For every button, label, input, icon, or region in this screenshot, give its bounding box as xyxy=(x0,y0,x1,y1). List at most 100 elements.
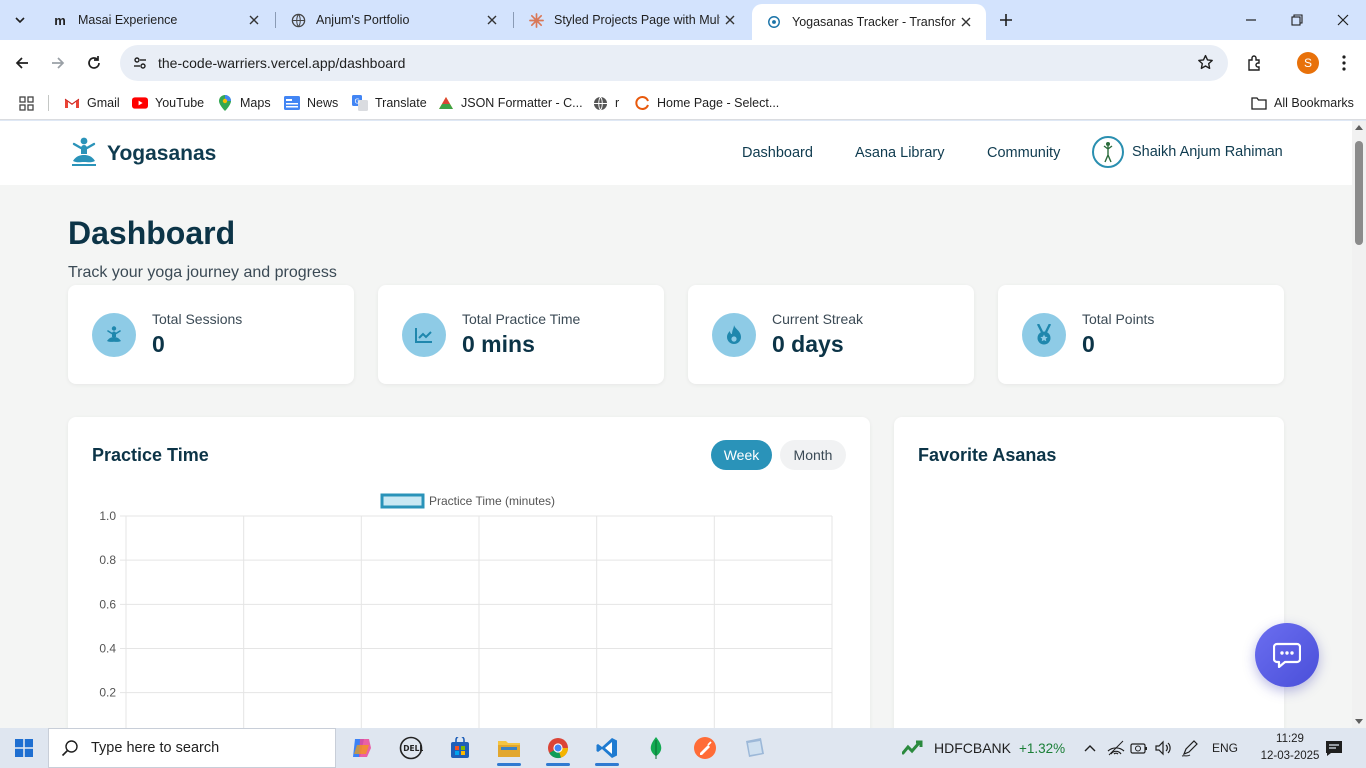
stat-label: Total Sessions xyxy=(152,311,243,327)
stock-trend-icon xyxy=(902,740,923,755)
bookmark-label: Home Page - Select... xyxy=(657,96,780,110)
site-settings-icon[interactable] xyxy=(122,55,158,71)
chat-button[interactable] xyxy=(1255,623,1319,687)
stock-widget[interactable]: HDFCBANK +1.32% xyxy=(902,728,1065,768)
taskbar-mongodb[interactable] xyxy=(636,730,676,766)
close-icon[interactable] xyxy=(482,10,502,30)
stat-label: Total Points xyxy=(1082,311,1155,327)
nav-link-dashboard[interactable]: Dashboard xyxy=(742,145,813,161)
tab-styled-projects[interactable]: Styled Projects Page with Multi xyxy=(514,0,750,40)
svg-text:DELL: DELL xyxy=(403,744,423,753)
tab-strip: m Masai Experience Anjum's Portfolio Sty… xyxy=(0,0,1366,40)
bookmark-news[interactable]: News xyxy=(284,93,338,113)
taskbar-notes[interactable] xyxy=(734,730,774,766)
maps-icon xyxy=(217,95,233,111)
close-icon[interactable] xyxy=(720,10,740,30)
clock-date: 12-03-2025 xyxy=(1260,750,1320,762)
close-icon[interactable] xyxy=(956,12,976,32)
reload-button[interactable] xyxy=(80,49,108,77)
taskbar-vscode[interactable] xyxy=(587,730,627,766)
brand-logo[interactable]: Yogasanas xyxy=(70,137,216,170)
restore-button[interactable] xyxy=(1274,0,1320,40)
taskbar-copilot[interactable] xyxy=(342,730,382,766)
bookmark-json-formatter[interactable]: JSON Formatter - C... xyxy=(438,93,583,113)
notification-center[interactable] xyxy=(1325,728,1343,768)
minimize-button[interactable] xyxy=(1228,0,1274,40)
bookmark-gmail[interactable]: Gmail xyxy=(64,93,120,113)
stat-value: 0 days xyxy=(772,331,844,357)
stat-label: Total Practice Time xyxy=(462,311,581,327)
taskbar-store[interactable] xyxy=(440,730,480,766)
bookmark-star-icon[interactable] xyxy=(1197,54,1214,74)
bookmarks-bar: Gmail YouTube Maps News G Translate JSON… xyxy=(0,86,1366,120)
folder-icon xyxy=(1251,95,1267,111)
taskbar-postman[interactable] xyxy=(685,730,725,766)
taskbar-search[interactable]: Type here to search xyxy=(48,728,336,768)
scroll-down-arrow[interactable] xyxy=(1355,719,1363,724)
taskbar-dell[interactable]: DELL xyxy=(391,730,431,766)
restore-icon xyxy=(1291,14,1303,26)
yoga-target-icon xyxy=(766,14,782,30)
close-window-button[interactable] xyxy=(1320,0,1366,40)
extensions-button[interactable] xyxy=(1241,49,1269,77)
apps-button[interactable] xyxy=(18,93,41,113)
tab-yogasanas[interactable]: Yogasanas Tracker - Transform Y xyxy=(752,4,986,40)
nav-link-asana-library[interactable]: Asana Library xyxy=(855,145,944,161)
globe-icon xyxy=(290,12,306,28)
stat-value: 0 xyxy=(1082,331,1095,357)
bookmark-home-page[interactable]: Home Page - Select... xyxy=(634,93,779,113)
back-button[interactable] xyxy=(8,49,36,77)
yoga-pose-icon xyxy=(70,137,98,170)
scroll-up-arrow[interactable] xyxy=(1355,125,1363,130)
speaker-icon xyxy=(1155,740,1171,756)
all-bookmarks-button[interactable]: All Bookmarks xyxy=(1251,93,1354,113)
url-text: the-code-warriers.vercel.app/dashboard xyxy=(158,55,406,71)
tab-portfolio[interactable]: Anjum's Portfolio xyxy=(276,0,512,40)
new-tab-button[interactable] xyxy=(994,8,1018,32)
bookmark-label: Gmail xyxy=(87,96,120,110)
profile-avatar[interactable]: S xyxy=(1297,52,1319,74)
system-clock[interactable]: 11:29 12-03-2025 xyxy=(1260,731,1320,765)
scrollbar-thumb[interactable] xyxy=(1355,141,1363,245)
taskbar-chrome[interactable] xyxy=(538,730,578,766)
pen-menu[interactable] xyxy=(1181,728,1199,768)
y-tick-label: 0.8 xyxy=(99,553,116,567)
pen-icon xyxy=(1181,740,1198,757)
standing-pose-icon xyxy=(1103,142,1113,163)
network-status[interactable] xyxy=(1107,728,1125,768)
battery-status[interactable] xyxy=(1130,728,1148,768)
bookmark-r[interactable]: r xyxy=(592,93,619,113)
menu-button[interactable] xyxy=(1330,49,1358,77)
bookmark-label: YouTube xyxy=(155,96,205,110)
close-icon[interactable] xyxy=(244,10,264,30)
avatar xyxy=(1092,136,1124,168)
tab-masai[interactable]: m Masai Experience xyxy=(38,0,274,40)
stock-change: +1.32% xyxy=(1019,740,1066,756)
stat-card-total-practice-time: Total Practice Time 0 mins xyxy=(378,285,664,384)
json-formatter-icon xyxy=(438,95,454,111)
bookmark-translate[interactable]: G Translate xyxy=(352,93,427,113)
gmail-icon xyxy=(64,95,80,111)
address-bar[interactable]: the-code-warriers.vercel.app/dashboard xyxy=(120,45,1228,81)
volume-control[interactable] xyxy=(1154,728,1172,768)
tab-title: Masai Experience xyxy=(78,13,178,27)
start-button[interactable] xyxy=(0,728,48,768)
legend-label: Practice Time (minutes) xyxy=(429,494,555,508)
input-language[interactable]: ENG xyxy=(1212,728,1238,768)
show-hidden-icons[interactable] xyxy=(1083,728,1097,768)
bookmark-maps[interactable]: Maps xyxy=(217,93,271,113)
svg-text:G: G xyxy=(355,98,360,106)
arrow-left-icon xyxy=(15,57,28,69)
legend-swatch xyxy=(380,493,425,509)
page-scrollbar[interactable] xyxy=(1352,121,1366,728)
stat-card-total-sessions: Total Sessions 0 xyxy=(68,285,354,384)
taskbar-file-explorer[interactable] xyxy=(489,730,529,766)
tab-search-button[interactable] xyxy=(6,6,34,34)
bookmark-youtube[interactable]: YouTube xyxy=(132,93,204,113)
user-menu[interactable]: Shaikh Anjum Rahiman xyxy=(1092,136,1283,168)
postman-icon xyxy=(694,737,716,759)
chat-bubble-icon xyxy=(1273,642,1301,668)
stat-value: 0 mins xyxy=(462,331,535,357)
nav-link-community[interactable]: Community xyxy=(987,145,1060,161)
forward-button[interactable] xyxy=(44,49,72,77)
